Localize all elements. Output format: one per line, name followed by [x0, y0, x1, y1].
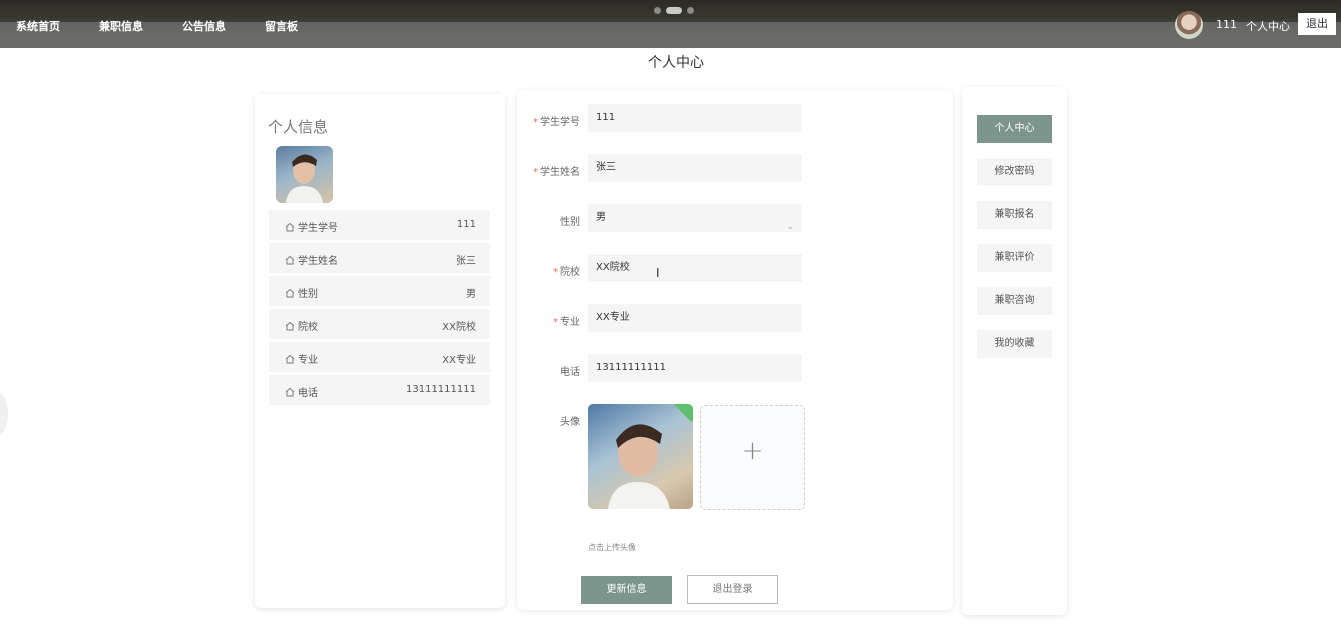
- info-value: 111: [456, 219, 476, 230]
- menu-item-favorites[interactable]: 我的收藏: [977, 330, 1052, 358]
- info-row-major: 专业 XX专业: [269, 342, 490, 372]
- menu-item-job-application[interactable]: 兼职报名: [977, 201, 1052, 229]
- update-info-button[interactable]: 更新信息: [581, 576, 672, 604]
- avatar-photo-icon: [286, 154, 323, 203]
- page-title: 个人中心: [648, 55, 704, 71]
- info-label: 专业: [298, 355, 318, 366]
- info-label: 电话: [298, 388, 318, 399]
- carousel-dot-active[interactable]: [666, 7, 682, 14]
- menu-item-job-consult[interactable]: 兼职咨询: [977, 287, 1052, 315]
- field-label-major: * 专业: [553, 317, 580, 328]
- home-icon: [285, 354, 295, 364]
- home-icon: [285, 222, 295, 232]
- school-input[interactable]: XX院校: [588, 254, 802, 282]
- info-row-phone: 电话 13111111111: [269, 375, 490, 405]
- top-navbar: 系统首页 兼职信息 公告信息 留言板 111 个人中心 退出: [0, 0, 1341, 48]
- info-value: XX专业: [442, 355, 476, 366]
- student-name-input[interactable]: 张三: [588, 154, 802, 182]
- field-label-gender: 性别: [560, 217, 580, 228]
- field-label-school: * 院校: [553, 267, 580, 278]
- info-value: 张三: [456, 256, 476, 267]
- info-label: 院校: [298, 322, 318, 333]
- carousel-indicator[interactable]: [654, 7, 694, 14]
- field-label-phone: 电话: [560, 367, 580, 378]
- card-title: 个人信息: [268, 118, 329, 136]
- menu-item-job-review[interactable]: 兼职评价: [977, 244, 1052, 272]
- gender-select-value: 男: [596, 212, 606, 223]
- field-label-student-id: * 学生学号: [533, 117, 580, 128]
- nav-username: 111: [1216, 18, 1237, 31]
- home-icon: [285, 288, 295, 298]
- home-icon: [285, 321, 295, 331]
- chevron-down-icon[interactable]: ⌄: [786, 213, 794, 241]
- side-menu: 个人中心 修改密码 兼职报名 兼职评价 兼职咨询 我的收藏: [962, 87, 1067, 615]
- carousel-dot[interactable]: [687, 7, 694, 14]
- logout-button[interactable]: 退出登录: [687, 575, 778, 604]
- side-decoration: [0, 392, 8, 436]
- nav-message-board[interactable]: 留言板: [265, 18, 298, 34]
- required-mark: *: [533, 117, 538, 128]
- uploaded-avatar[interactable]: ✓: [588, 404, 693, 509]
- personal-info-card: 个人信息 学生学号 111 学生姓名 张三 性别 男 院校 XX院校 专业 XX…: [255, 94, 505, 608]
- field-label-avatar: 头像: [560, 417, 580, 428]
- avatar-photo-icon: [608, 424, 670, 509]
- gender-select[interactable]: 男 ⌄: [588, 204, 802, 232]
- user-avatar[interactable]: [1175, 11, 1203, 39]
- upload-hint: 点击上传头像: [588, 543, 636, 552]
- profile-avatar: [276, 146, 333, 203]
- avatar-upload-area[interactable]: +: [700, 405, 805, 510]
- required-mark: *: [533, 167, 538, 178]
- menu-item-change-password[interactable]: 修改密码: [977, 158, 1052, 186]
- info-row-school: 院校 XX院校: [269, 309, 490, 339]
- plus-icon[interactable]: +: [701, 436, 804, 466]
- info-row-student-id: 学生学号 111: [269, 210, 490, 240]
- info-label: 学生姓名: [298, 256, 338, 267]
- required-mark: *: [553, 267, 558, 278]
- required-mark: *: [553, 317, 558, 328]
- carousel-dot[interactable]: [654, 7, 661, 14]
- text-cursor-icon: I: [656, 266, 660, 280]
- nav-jobs[interactable]: 兼职信息: [99, 18, 143, 34]
- nav-logout-button[interactable]: 退出: [1298, 13, 1336, 35]
- info-row-gender: 性别 男: [269, 276, 490, 306]
- nav-notices[interactable]: 公告信息: [182, 18, 226, 34]
- info-label: 性别: [298, 289, 318, 300]
- nav-personal-center[interactable]: 个人中心: [1246, 18, 1290, 34]
- info-row-student-name: 学生姓名 张三: [269, 243, 490, 273]
- info-value: 13111111111: [406, 384, 476, 395]
- nav-home[interactable]: 系统首页: [16, 18, 60, 34]
- field-label-student-name: * 学生姓名: [533, 167, 580, 178]
- student-id-input[interactable]: 111: [588, 104, 802, 132]
- home-icon: [285, 255, 295, 265]
- info-value: 男: [466, 289, 476, 300]
- home-icon: [285, 387, 295, 397]
- profile-edit-form: * 学生学号 111 * 学生姓名 张三 性别 男 ⌄ * 院校 XX院校 I * 专业 …: [517, 90, 953, 610]
- phone-input[interactable]: 13111111111: [588, 354, 802, 382]
- menu-item-personal-center[interactable]: 个人中心: [977, 115, 1052, 143]
- info-label: 学生学号: [298, 223, 338, 234]
- major-input[interactable]: XX专业: [588, 304, 802, 332]
- info-value: XX院校: [442, 322, 476, 333]
